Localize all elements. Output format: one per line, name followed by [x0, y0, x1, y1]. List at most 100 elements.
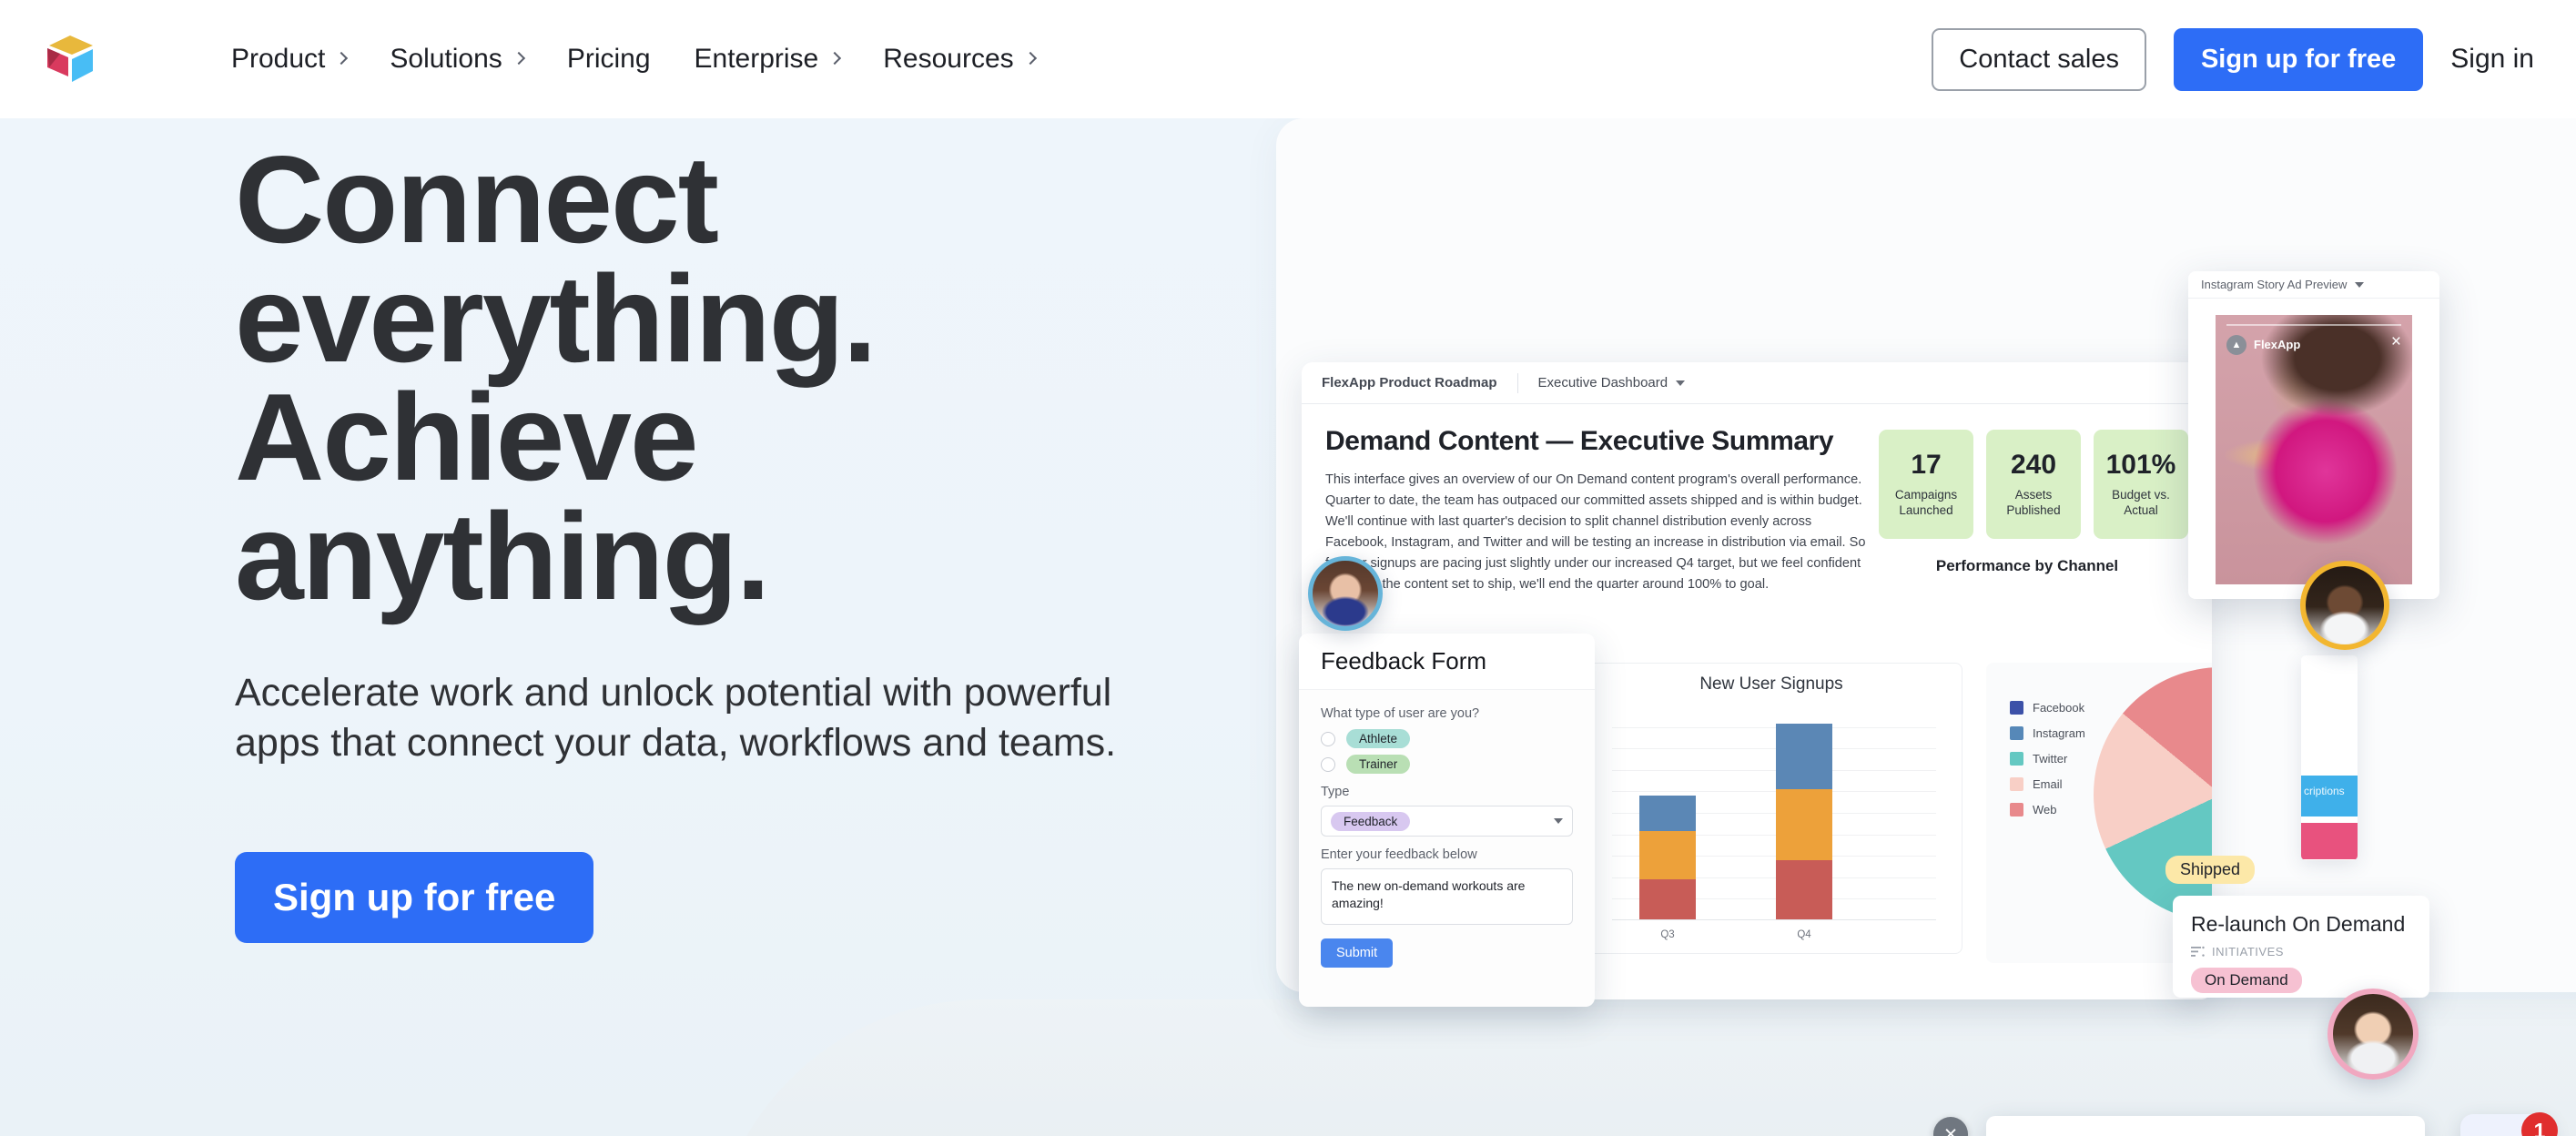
- chat-message-bubble: Hey there! 👋 How can I help today?: [1986, 1116, 2425, 1136]
- hero-signup-button[interactable]: Sign up for free: [235, 852, 594, 944]
- type-select[interactable]: Feedback: [1321, 806, 1573, 837]
- title-line-1: Connect: [235, 130, 719, 269]
- hero-section: Connect everything. Achieve anything. Ac…: [0, 118, 2576, 1136]
- bar-segment: [1639, 795, 1696, 831]
- header-signup-button[interactable]: Sign up for free: [2173, 27, 2424, 91]
- bar-column: [1639, 795, 1696, 919]
- legend-swatch: [2010, 752, 2023, 766]
- legend-item: Twitter: [2010, 752, 2085, 766]
- legend-item: Web: [2010, 803, 2085, 816]
- gridline: [1612, 791, 1936, 793]
- chevron-down-icon: [1554, 818, 1563, 824]
- stat-label-line1: Budget vs.: [2112, 488, 2170, 502]
- legend-swatch: [2010, 726, 2023, 740]
- sliver-partial-label: criptions: [2304, 785, 2345, 797]
- feedback-form-card: Feedback Form What type of user are you?…: [1299, 634, 1595, 1007]
- legend-label: Twitter: [2033, 752, 2068, 766]
- x-axis-label: Q3: [1660, 929, 1675, 940]
- legend-item: Instagram: [2010, 726, 2085, 740]
- page-title: Connect everything. Achieve anything.: [235, 137, 1236, 618]
- nav-item-solutions[interactable]: Solutions: [368, 35, 544, 84]
- task-title: Re-launch On Demand: [2191, 912, 2406, 936]
- legend-label: Instagram: [2033, 726, 2085, 740]
- avatar-collaborator-1: [1308, 556, 1383, 631]
- dashboard-heading: Demand Content — Executive Summary: [1325, 426, 1834, 456]
- breadcrumb-base[interactable]: FlexApp Product Roadmap: [1322, 375, 1517, 390]
- brand-avatar: ▲: [2226, 335, 2246, 355]
- hero-copy: Connect everything. Achieve anything. Ac…: [235, 137, 1236, 944]
- bar-segment: [1776, 859, 1832, 919]
- brand-name: FlexApp: [2254, 338, 2301, 351]
- radio-icon[interactable]: [1321, 756, 1335, 772]
- chevron-down-icon: [2355, 281, 2365, 288]
- stat-label-line2: Published: [2006, 503, 2061, 517]
- task-card[interactable]: Re-launch On Demand INITIATIVES On Deman…: [2173, 896, 2429, 998]
- chevron-right-icon: [828, 51, 842, 66]
- gridline: [1612, 726, 1936, 728]
- avatar-collaborator-2: [2300, 561, 2389, 650]
- header-actions: Contact sales Sign up for free Sign in: [1932, 27, 2534, 91]
- stat-label-line1: Assets: [2014, 488, 2053, 502]
- bar-segment: [1639, 878, 1696, 919]
- nav-item-product[interactable]: Product: [209, 35, 368, 84]
- legend-swatch: [2010, 803, 2023, 816]
- airtable-logo-icon: [47, 36, 93, 82]
- stat-value: 17: [1911, 450, 1942, 481]
- airtable-logo[interactable]: [42, 31, 98, 87]
- nav-item-resources[interactable]: Resources: [861, 35, 1056, 84]
- nav-item-pricing[interactable]: Pricing: [545, 35, 673, 84]
- bar-column: [1776, 723, 1832, 919]
- x-axis: [1612, 919, 1936, 920]
- avatar-collaborator-3: [2328, 989, 2419, 1080]
- contact-sales-button[interactable]: Contact sales: [1932, 27, 2146, 91]
- nav-label: Enterprise: [694, 44, 819, 74]
- stat-card-budget: 101% Budget vs. Actual: [2094, 430, 2188, 539]
- stat-label-line1: Campaigns: [1894, 488, 1958, 502]
- chevron-right-icon: [1023, 51, 1037, 66]
- option-label: Athlete: [1346, 729, 1411, 748]
- legend-item: Facebook: [2010, 701, 2085, 715]
- subscriptions-panel: criptions: [2301, 655, 2358, 860]
- stat-cards: 17 Campaigns Launched 240 Assets Publish…: [1879, 430, 2188, 539]
- type-select-value: Feedback: [1331, 811, 1411, 831]
- signin-link[interactable]: Sign in: [2450, 44, 2534, 75]
- gridline: [1612, 748, 1936, 750]
- feedback-option-trainer[interactable]: Trainer: [1321, 755, 1573, 774]
- feedback-question: What type of user are you?: [1321, 706, 1480, 721]
- type-field-label: Type: [1321, 785, 1350, 799]
- nav-label: Resources: [883, 44, 1014, 74]
- status-badge: Shipped: [2165, 856, 2256, 884]
- stat-label: Campaigns Launched: [1895, 488, 1957, 519]
- title-line-2: everything.: [235, 248, 877, 388]
- radio-icon[interactable]: [1321, 731, 1335, 746]
- nav-item-enterprise[interactable]: Enterprise: [673, 35, 862, 84]
- performance-chart-title: Performance by Channel: [1935, 557, 2119, 574]
- dashboard-body: Demand Content — Executive Summary This …: [1302, 404, 2212, 595]
- instagram-preview-header[interactable]: Instagram Story Ad Preview: [2188, 271, 2439, 299]
- legend-item: Email: [2010, 777, 2085, 791]
- close-icon[interactable]: ×: [2391, 333, 2401, 350]
- stat-value: 101%: [2105, 450, 2176, 481]
- nav-label: Pricing: [566, 44, 651, 74]
- instagram-preview-card: Instagram Story Ad Preview ▲ FlexApp ×: [2188, 271, 2439, 599]
- feedback-textarea[interactable]: The new on-demand workouts are amazing!: [1321, 868, 1573, 925]
- task-meta-label: INITIATIVES: [2212, 945, 2284, 958]
- pie-chart: [2094, 667, 2212, 922]
- legend-swatch: [2010, 701, 2023, 715]
- site-header: Product Solutions Pricing Enterprise Res…: [0, 0, 2576, 118]
- gridline: [1612, 769, 1936, 771]
- feedback-option-athlete[interactable]: Athlete: [1321, 729, 1573, 748]
- main-nav: Product Solutions Pricing Enterprise Res…: [209, 35, 1057, 84]
- option-label: Trainer: [1346, 755, 1411, 774]
- breadcrumb-view-selector[interactable]: Executive Dashboard: [1518, 375, 1686, 390]
- legend-label: Facebook: [2033, 701, 2085, 715]
- dashboard-paragraph: This interface gives an overview of our …: [1325, 472, 1866, 593]
- feedback-submit-button[interactable]: Submit: [1321, 938, 1394, 968]
- feedback-form-title: Feedback Form: [1299, 634, 1595, 690]
- signups-chart-title: New User Signups: [1699, 674, 1843, 694]
- sliver-bar-pink: [2301, 823, 2358, 859]
- breadcrumb-view-label: Executive Dashboard: [1537, 375, 1668, 390]
- title-line-3: Achieve: [235, 368, 699, 507]
- legend-label: Web: [2033, 803, 2057, 816]
- instagram-story-image: ▲ FlexApp ×: [2216, 315, 2412, 584]
